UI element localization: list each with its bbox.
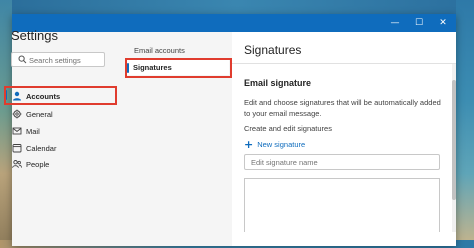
- nav-item-general[interactable]: General: [11, 107, 105, 121]
- nav-item-calendar[interactable]: Calendar: [11, 141, 105, 155]
- subnav-heading-email-accounts[interactable]: Email accounts: [134, 46, 185, 55]
- desktop-wallpaper-right: [456, 0, 474, 248]
- nav-item-people[interactable]: People: [11, 157, 105, 171]
- desktop-wallpaper-top: [0, 0, 474, 14]
- header-divider: [232, 63, 456, 64]
- close-icon: ✕: [439, 18, 447, 28]
- nav-item-label: Calendar: [26, 143, 57, 153]
- signature-description: Edit and choose signatures that will be …: [244, 98, 441, 118]
- plus-icon: +: [244, 137, 254, 151]
- minimize-icon: —: [390, 18, 400, 28]
- signatures-highlight-box: [125, 58, 232, 78]
- mail-icon: [11, 126, 22, 137]
- minimize-button[interactable]: —: [384, 14, 406, 32]
- settings-title: Settings: [11, 28, 58, 43]
- accounts-highlight-box: [4, 86, 117, 105]
- maximize-button[interactable]: ☐: [408, 14, 430, 32]
- search-placeholder: Search settings: [29, 56, 81, 65]
- nav-item-label: People: [26, 159, 50, 169]
- create-edit-label: Create and edit signatures: [244, 124, 332, 133]
- title-bar[interactable]: — ☐ ✕: [12, 14, 456, 32]
- nav-item-label: General: [26, 109, 53, 119]
- nav-item-label: Mail: [26, 126, 40, 136]
- people-icon: [11, 159, 22, 170]
- scrollbar-thumb[interactable]: [452, 80, 456, 200]
- section-title: Email signature: [244, 78, 312, 88]
- new-signature-button[interactable]: + New signature: [244, 138, 305, 150]
- search-input[interactable]: Search settings: [11, 52, 105, 67]
- nav-item-mail[interactable]: Mail: [11, 124, 105, 138]
- maximize-icon: ☐: [414, 18, 424, 28]
- calendar-icon: [11, 143, 22, 154]
- page-title: Signatures: [244, 43, 302, 57]
- close-button[interactable]: ✕: [432, 14, 454, 32]
- signature-name-input[interactable]: [244, 154, 440, 170]
- signature-editor[interactable]: [244, 178, 440, 232]
- gear-icon: [11, 109, 22, 120]
- new-signature-label: New signature: [257, 139, 306, 149]
- search-icon: [18, 55, 27, 64]
